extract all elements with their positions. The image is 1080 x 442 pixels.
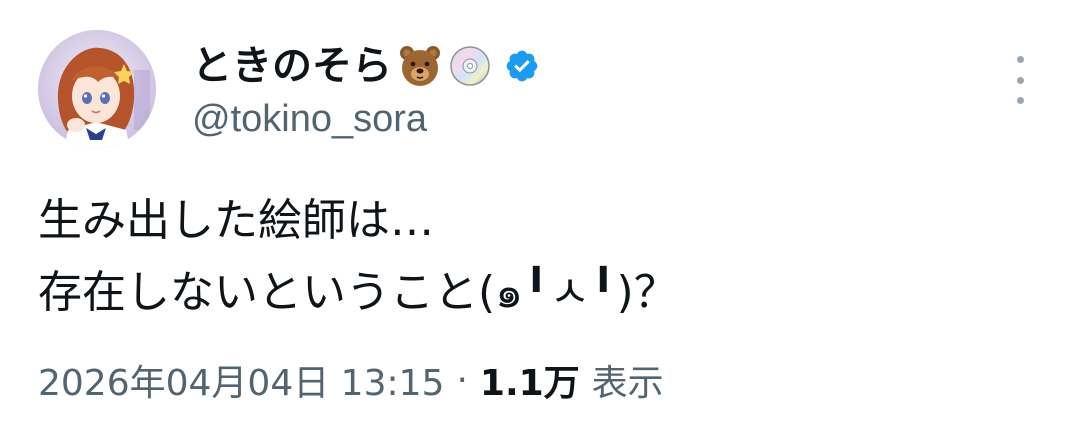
disc-emoji-icon — [448, 44, 492, 88]
meta-separator: · — [456, 359, 468, 401]
views-count[interactable]: 1.1万 — [480, 354, 580, 406]
display-name[interactable]: ときのそら — [192, 40, 392, 92]
tweet-text-line: 存在しないということ(๑╹ㅅ╹)？ — [38, 267, 678, 318]
verified-badge-icon[interactable] — [504, 48, 540, 84]
tweet-text: 生み出した絵師は… 存在しないということ(๑╹ㅅ╹)？ — [38, 185, 1048, 329]
views-label: 表示 — [591, 363, 664, 404]
bear-emoji-icon — [398, 44, 442, 88]
tweet-text-line: 生み出した絵師は… — [38, 195, 434, 246]
avatar[interactable] — [38, 30, 156, 148]
tweet-meta: 2026年04月04日 13:15 · 1.1万 表示 — [38, 352, 664, 408]
avatar-illustration — [38, 30, 156, 148]
tweet: ときのそら @tokino_sora 生み出した絵師は… 存在しないということ(… — [0, 0, 1080, 442]
more-dot-icon — [1016, 56, 1024, 63]
timestamp[interactable]: 2026年04月04日 13:15 — [38, 354, 444, 406]
more-options-button[interactable] — [1004, 56, 1036, 104]
more-dot-icon — [1016, 76, 1024, 84]
author-handle[interactable]: @tokino_sora — [192, 96, 427, 142]
more-dot-icon — [1016, 97, 1024, 104]
author-name-row[interactable]: ときのそら — [192, 40, 540, 92]
